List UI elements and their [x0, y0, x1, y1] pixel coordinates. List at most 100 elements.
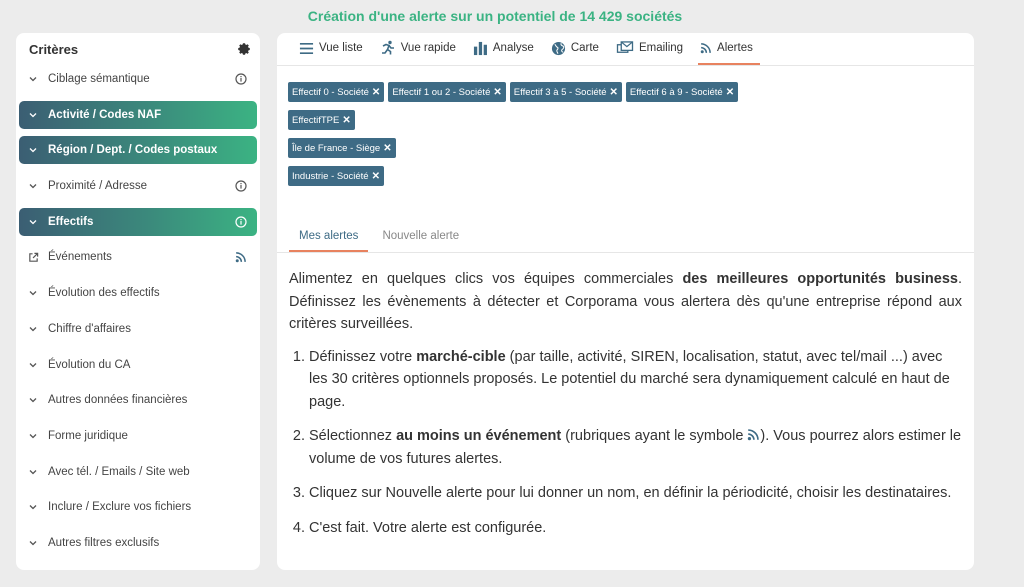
tab-vue-liste[interactable]: Vue liste	[297, 33, 370, 65]
filter-tag-row: EffectifTPE ✕	[288, 110, 974, 130]
tab-carte[interactable]: Carte	[549, 33, 606, 65]
tab-label: Carte	[570, 42, 599, 54]
sidebar-item-effectifs[interactable]: Effectifs	[19, 207, 257, 236]
steps-list: Définissez votre marché-cible (par taill…	[289, 346, 962, 540]
sidebar-item-autres-donnees-financieres[interactable]: Autres données financières	[19, 386, 257, 414]
sidebar-item-evolution-des-effectifs[interactable]: Évolution des effectifs	[19, 279, 257, 307]
chevron-down-icon	[28, 181, 38, 191]
sidebar-item-label: Chiffre d'affaires	[48, 322, 131, 335]
chevron-down-icon	[28, 110, 38, 120]
chevron-down-icon	[28, 395, 38, 405]
tab-label: Vue rapide	[400, 42, 456, 54]
sidebar-title: Critères	[29, 41, 79, 57]
remove-filter-icon[interactable]: ✕	[726, 87, 734, 98]
step3-text: Cliquez sur Nouvelle alerte pour lui don…	[309, 485, 952, 501]
tab-alertes[interactable]: Alertes	[698, 33, 760, 65]
info-icon[interactable]	[235, 180, 247, 192]
sidebar-item-activite-codes-naf[interactable]: Activité / Codes NAF	[19, 100, 257, 129]
rss-icon	[700, 42, 717, 54]
step2-bold: au moins un événement	[396, 428, 562, 444]
filter-tag-label: Effectif 3 à 5 - Société	[513, 86, 607, 98]
filter-tag: Effectif 3 à 5 - Société ✕	[509, 82, 622, 102]
subtab-nouvelle-alerte[interactable]: Nouvelle alerte	[372, 230, 469, 252]
emailing-icon	[616, 40, 639, 56]
rss-icon	[235, 251, 247, 263]
tab-label: Alertes	[717, 42, 753, 54]
step-3: Cliquez sur Nouvelle alerte pour lui don…	[309, 482, 962, 505]
subtab-mes-alertes[interactable]: Mes alertes	[289, 230, 369, 252]
tab-analyse[interactable]: Analyse	[471, 33, 541, 65]
info-icon[interactable]	[235, 73, 247, 85]
sidebar-item-region-dept-codes-postaux[interactable]: Région / Dept. / Codes postaux	[19, 136, 257, 165]
remove-filter-icon[interactable]: ✕	[372, 171, 380, 182]
view-tabs: Vue liste Vue rapide Analyse Carte Emailing A…	[277, 33, 974, 66]
remove-filter-icon[interactable]: ✕	[342, 115, 350, 126]
step4-text: C'est fait. Votre alerte est configurée.	[309, 519, 547, 536]
bar-chart-icon	[473, 41, 493, 56]
filter-tag-row: Effectif 0 - Société ✕ Effectif 1 ou 2 - S…	[288, 82, 974, 102]
step2-text-mid: (rubriques ayant le symbole	[561, 428, 748, 444]
criteria-sidebar: Critères Ciblage sémantique Activité / Co…	[16, 33, 260, 570]
sidebar-item-ciblage-semantique[interactable]: Ciblage sémantique	[19, 65, 257, 93]
alert-subtabs: Mes alertes Nouvelle alerte	[277, 223, 974, 253]
alert-help-content: Alimentez en quelques clics vos équipes …	[289, 268, 962, 551]
sidebar-item-label: Évolution du CA	[48, 358, 131, 371]
filter-tag: Effectif 1 ou 2 - Société ✕	[388, 82, 506, 102]
tab-emailing[interactable]: Emailing	[614, 33, 690, 65]
sidebar-item-label: Région / Dept. / Codes postaux	[48, 144, 218, 157]
runner-icon	[380, 40, 401, 56]
tab-label: Vue liste	[319, 42, 363, 54]
chevron-down-icon	[28, 467, 38, 477]
filter-tag-label: Île de France - Siège	[292, 142, 381, 154]
sidebar-item-label: Autres filtres exclusifs	[48, 536, 160, 549]
tab-vue-rapide[interactable]: Vue rapide	[378, 33, 463, 65]
sidebar-item-forme-juridique[interactable]: Forme juridique	[19, 422, 257, 450]
step2-text: Sélectionnez	[309, 428, 397, 444]
filter-tag-label: EffectifTPE	[292, 114, 340, 126]
globe-icon	[551, 41, 571, 56]
filter-tag-label: Effectif 6 à 9 - Société	[629, 86, 723, 98]
sidebar-item-chiffre-d-affaires[interactable]: Chiffre d'affaires	[19, 315, 257, 343]
sidebar-item-evenements[interactable]: Événements	[19, 243, 257, 271]
sidebar-item-inclure-exclure-vos-fichiers[interactable]: Inclure / Exclure vos fichiers	[19, 493, 257, 521]
sidebar-item-label: Événements	[48, 251, 112, 264]
filter-tag: Effectif 0 - Société ✕	[288, 82, 385, 102]
sidebar-header: Critères	[16, 33, 260, 65]
chevron-down-icon	[28, 288, 38, 298]
remove-filter-icon[interactable]: ✕	[493, 87, 501, 98]
chevron-down-icon	[28, 145, 38, 155]
sidebar-item-proximite-adresse[interactable]: Proximité / Adresse	[19, 172, 257, 200]
rss-icon	[747, 426, 760, 441]
step-2: Sélectionnez au moins un événement (rubr…	[309, 425, 962, 470]
filter-tag: Île de France - Siège ✕	[288, 138, 396, 158]
gear-icon[interactable]	[237, 42, 251, 56]
intro-text: Alimentez en quelques clics vos équipes …	[289, 271, 683, 287]
remove-filter-icon[interactable]: ✕	[383, 143, 391, 154]
sidebar-item-label: Forme juridique	[48, 429, 128, 442]
sidebar-item-evolution-du-ca[interactable]: Évolution du CA	[19, 351, 257, 379]
chevron-down-icon	[28, 217, 38, 227]
filter-tag-label: Industrie - Société	[292, 170, 369, 182]
chevron-down-icon	[28, 74, 38, 84]
sidebar-item-label: Ciblage sémantique	[48, 73, 150, 85]
step-4: C'est fait. Votre alerte est configurée.	[309, 517, 962, 540]
filter-tag: Effectif 6 à 9 - Société ✕	[625, 82, 739, 102]
filter-tag-row: Industrie - Société ✕	[288, 166, 974, 186]
remove-filter-icon[interactable]: ✕	[610, 87, 618, 98]
info-icon[interactable]	[235, 216, 247, 228]
sidebar-item-label: Avec tél. / Emails / Site web	[48, 465, 190, 478]
filter-tag-row: Île de France - Siège ✕	[288, 138, 974, 158]
sidebar-item-autres-filtres-exclusifs[interactable]: Autres filtres exclusifs	[19, 529, 257, 557]
sidebar-item-label: Proximité / Adresse	[48, 180, 148, 193]
filter-tag-label: Effectif 1 ou 2 - Société	[392, 86, 491, 98]
tab-label: Analyse	[492, 42, 534, 54]
sidebar-item-label: Activité / Codes NAF	[48, 108, 162, 121]
intro-paragraph: Alimentez en quelques clics vos équipes …	[289, 268, 962, 336]
remove-filter-icon[interactable]: ✕	[372, 87, 380, 98]
filter-tag: EffectifTPE ✕	[288, 110, 355, 130]
main-panel: Vue liste Vue rapide Analyse Carte Emailing A…	[277, 33, 974, 570]
chevron-down-icon	[28, 360, 38, 370]
chevron-down-icon	[28, 431, 38, 441]
active-filters: Effectif 0 - Société ✕ Effectif 1 ou 2 - S…	[277, 66, 974, 186]
sidebar-item-avec-tel-emails-site-web[interactable]: Avec tél. / Emails / Site web	[19, 458, 257, 486]
